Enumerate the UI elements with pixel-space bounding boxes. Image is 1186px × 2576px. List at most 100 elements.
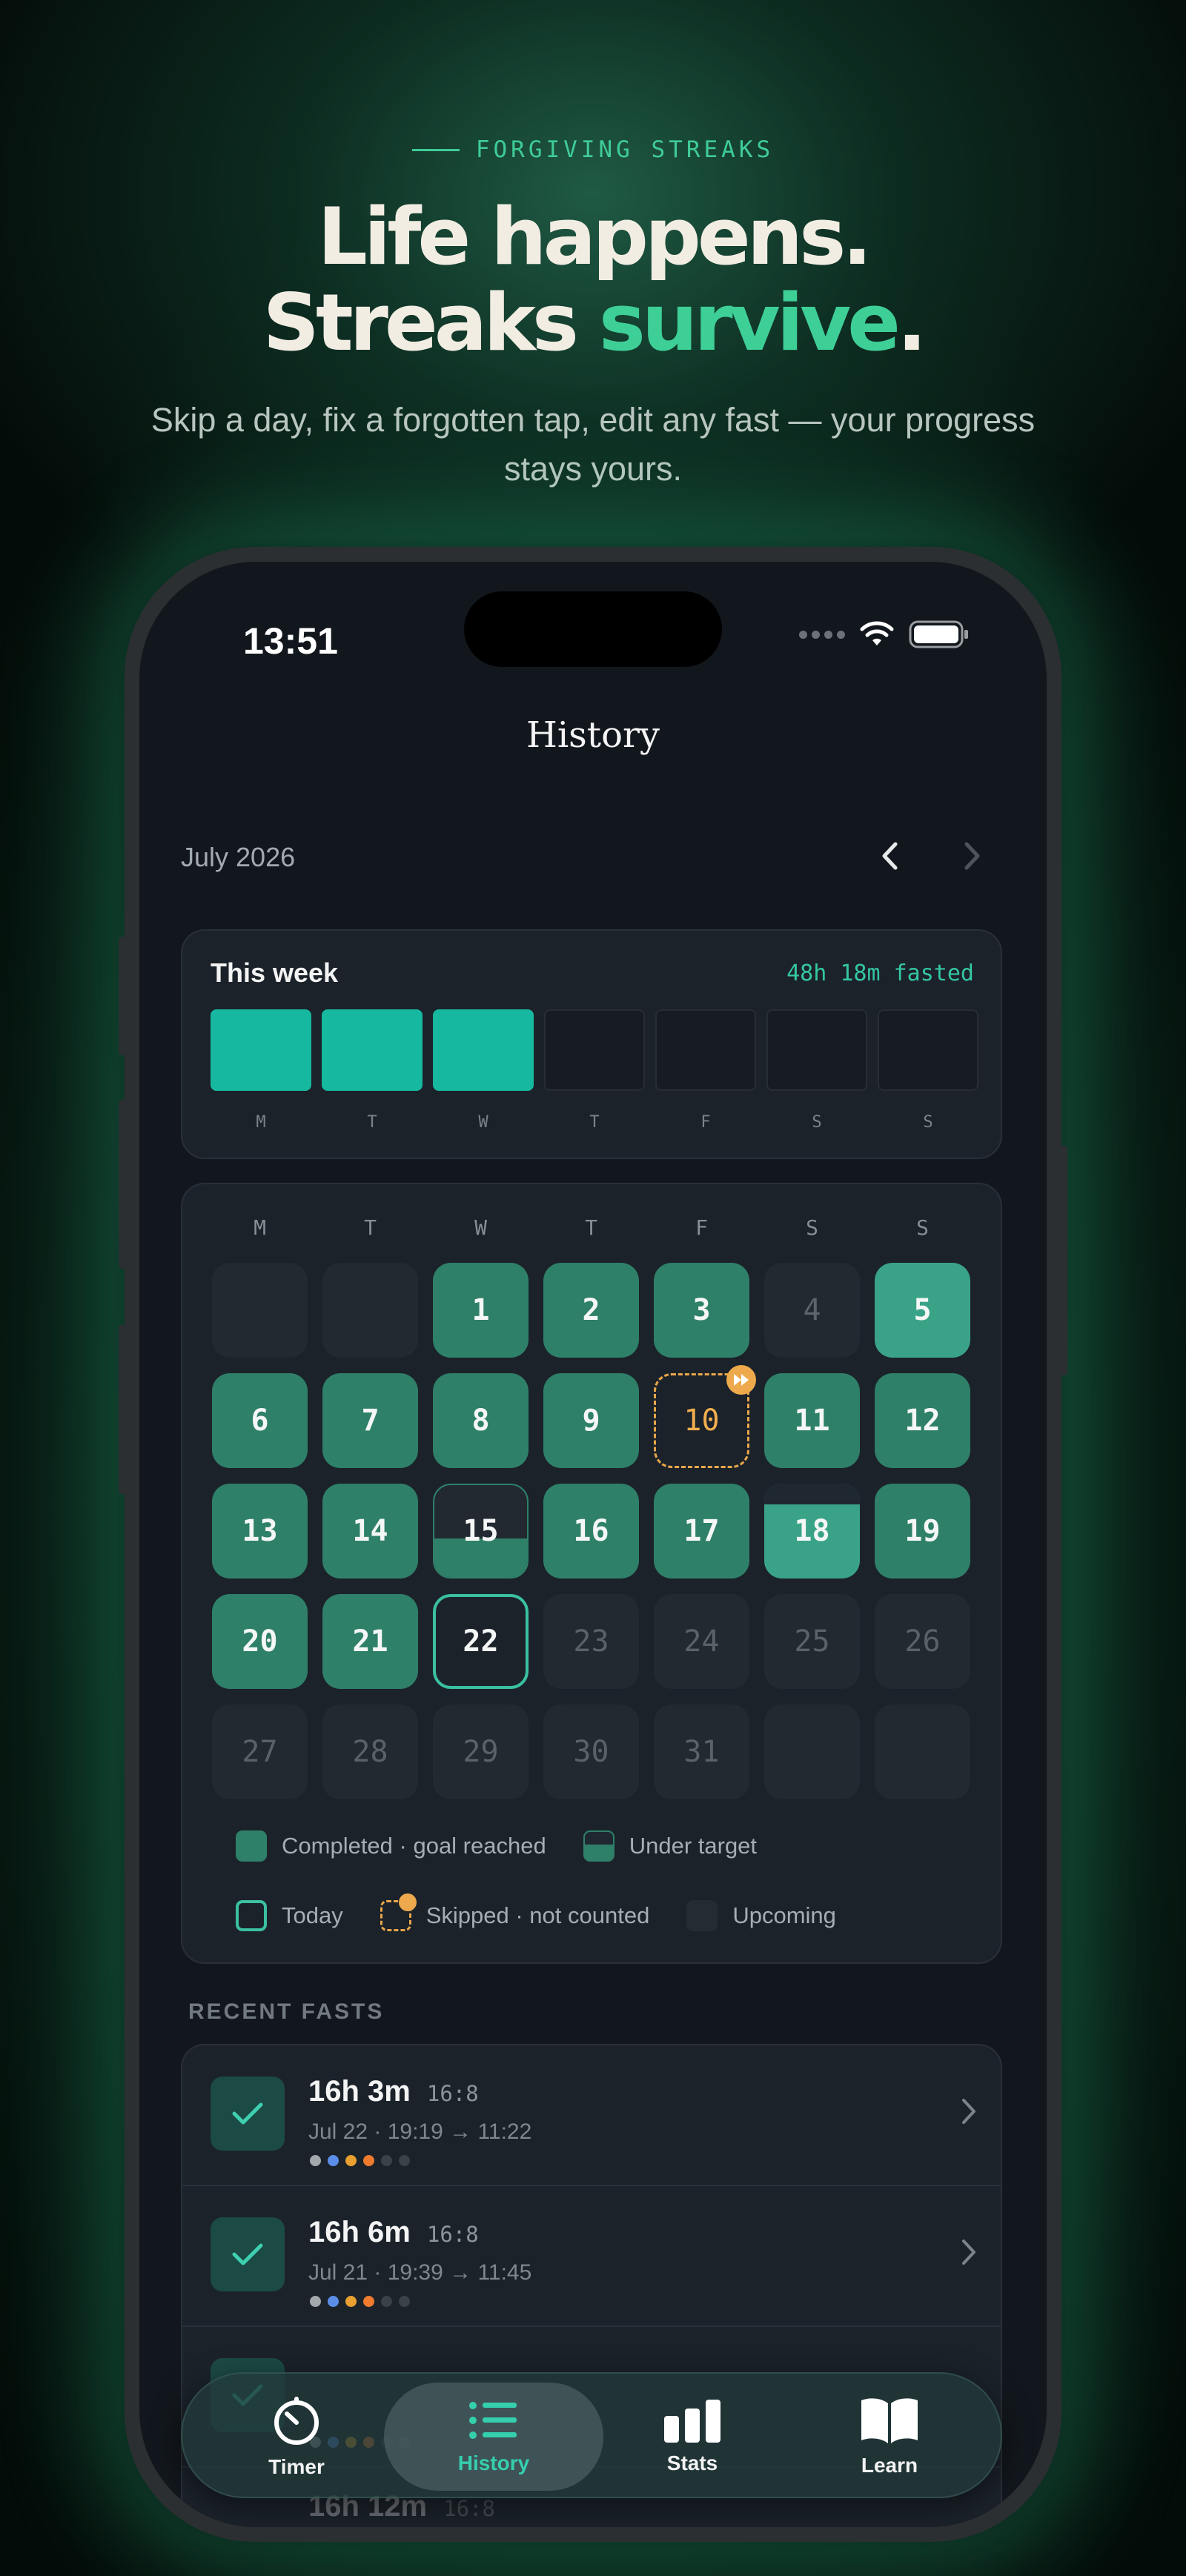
calendar-day[interactable]: 8 bbox=[433, 1373, 529, 1468]
phone-frame: 13:51 History July 2026 This week 48h 18… bbox=[119, 547, 1067, 2542]
day-number: 14 bbox=[352, 1514, 388, 1548]
tab-stats[interactable]: Stats bbox=[583, 2383, 802, 2491]
calendar-day-under-target[interactable]: 15 bbox=[433, 1484, 529, 1579]
eyebrow-text: FORGIVING STREAKS bbox=[475, 136, 775, 163]
day-number: 21 bbox=[352, 1624, 388, 1659]
week-day-label: T bbox=[367, 1113, 377, 1132]
weekday-label: S bbox=[916, 1215, 929, 1240]
calendar-day[interactable]: 11 bbox=[764, 1373, 860, 1468]
calendar-day-empty bbox=[764, 1704, 860, 1799]
calendar-day[interactable]: 17 bbox=[654, 1484, 749, 1579]
fast-row[interactable]: 16h 3m 16:8 Jul 22 · 19:19 → 11:22 bbox=[182, 2045, 1001, 2186]
tab-timer[interactable]: Timer bbox=[187, 2383, 406, 2491]
week-day-label: F bbox=[700, 1113, 711, 1132]
skip-icon bbox=[398, 1893, 417, 1911]
tab-history[interactable]: History bbox=[384, 2383, 603, 2491]
bar-chart-icon bbox=[664, 2400, 720, 2443]
tab-label: Stats bbox=[666, 2451, 718, 2474]
calendar-day[interactable]: 21 bbox=[322, 1594, 418, 1689]
day-number: 4 bbox=[803, 1293, 821, 1327]
day-number: 15 bbox=[463, 1514, 499, 1548]
calendar-day[interactable]: 4 bbox=[764, 1263, 860, 1358]
fast-duration: 16h 6m bbox=[308, 2216, 411, 2248]
legend-label-upcoming: Upcoming bbox=[732, 1902, 836, 1928]
this-week-title: This week bbox=[211, 957, 339, 988]
day-number: 13 bbox=[242, 1514, 278, 1548]
headline-line-1: Life happens. bbox=[317, 191, 872, 282]
calendar-day-under-target[interactable]: 18 bbox=[764, 1484, 860, 1579]
next-month-button[interactable] bbox=[958, 837, 987, 874]
day-number: 23 bbox=[573, 1624, 609, 1659]
day-number: 12 bbox=[904, 1404, 941, 1438]
this-week-total: 48h 18m fasted bbox=[786, 960, 974, 986]
weekday-label: F bbox=[695, 1215, 708, 1240]
day-number: 29 bbox=[463, 1735, 499, 1769]
month-label: July 2026 bbox=[181, 842, 296, 872]
calendar-day-skipped[interactable]: 10 bbox=[654, 1365, 756, 1468]
calendar-day-today[interactable]: 22 bbox=[433, 1594, 529, 1689]
fast-meta: Jul 21 · 19:39 → 11:45 bbox=[308, 2260, 532, 2285]
calendar-day[interactable]: 13 bbox=[212, 1484, 308, 1579]
legend-label-under: Under target bbox=[629, 1833, 758, 1859]
week-labels: M T W T F S S bbox=[211, 1113, 978, 1132]
battery-icon bbox=[909, 620, 968, 648]
calendar-day[interactable]: 14 bbox=[322, 1484, 418, 1579]
calendar-day[interactable]: 6 bbox=[212, 1373, 308, 1468]
weekday-label: T bbox=[364, 1215, 377, 1240]
calendar-day-upcoming: 27 bbox=[212, 1704, 308, 1799]
calendar-day[interactable]: 12 bbox=[875, 1373, 970, 1468]
fast-protocol: 16:8 bbox=[443, 2496, 495, 2521]
day-number: 1 bbox=[471, 1293, 490, 1327]
side-button bbox=[119, 1100, 126, 1269]
week-day-label: M bbox=[256, 1113, 266, 1132]
week-bar bbox=[878, 1009, 978, 1091]
calendar-day-upcoming: 26 bbox=[875, 1594, 970, 1689]
day-number: 22 bbox=[463, 1624, 499, 1659]
calendar-day[interactable]: 19 bbox=[875, 1484, 970, 1579]
fast-headline: 16h 6m 16:8 bbox=[308, 2216, 479, 2249]
calendar-day[interactable]: 1 bbox=[433, 1263, 529, 1358]
week-bar bbox=[322, 1009, 423, 1091]
under-target-fill bbox=[764, 1484, 860, 1504]
check-icon bbox=[211, 2077, 285, 2151]
legend-swatch-today bbox=[236, 1900, 267, 1931]
legend-swatch-under bbox=[583, 1830, 614, 1862]
calendar-day[interactable]: 16 bbox=[543, 1484, 639, 1579]
calendar-day[interactable]: 5 bbox=[875, 1263, 970, 1358]
legend-swatch-skipped bbox=[380, 1893, 417, 1931]
week-day-label: S bbox=[923, 1113, 933, 1132]
fast-protocol: 16:8 bbox=[426, 2081, 479, 2106]
eyebrow-line bbox=[411, 148, 460, 151]
day-number: 24 bbox=[683, 1624, 720, 1659]
prev-month-button[interactable] bbox=[875, 837, 904, 874]
calendar-grid: 1 2 3 4 5 6 7 8 9 10 11 12 13 14 15 16 1… bbox=[212, 1263, 970, 1799]
calendar-day-upcoming: 31 bbox=[654, 1704, 749, 1799]
fast-row[interactable]: 16h 6m 16:8 Jul 21 · 19:39 → 11:45 bbox=[182, 2186, 1001, 2327]
status-icons bbox=[799, 620, 970, 649]
headline-part: Streaks bbox=[262, 277, 599, 368]
week-day-label: T bbox=[589, 1113, 600, 1132]
tab-learn[interactable]: Learn bbox=[780, 2383, 999, 2491]
calendar-weekdays: M T W T F S S bbox=[212, 1215, 970, 1240]
day-number: 30 bbox=[573, 1735, 609, 1769]
calendar-day-empty bbox=[322, 1263, 418, 1358]
tab-label: Timer bbox=[268, 2455, 325, 2478]
calendar-day-empty bbox=[212, 1263, 308, 1358]
check-icon bbox=[211, 2217, 285, 2291]
calendar-day[interactable]: 2 bbox=[543, 1263, 639, 1358]
book-icon bbox=[861, 2398, 918, 2443]
week-day-label: S bbox=[812, 1113, 822, 1132]
chevron-right-icon bbox=[962, 2240, 975, 2265]
day-number: 16 bbox=[573, 1514, 609, 1548]
fast-protocol: 16:8 bbox=[426, 2222, 479, 2247]
status-time: 13:51 bbox=[243, 620, 338, 662]
calendar-day[interactable]: 9 bbox=[543, 1373, 639, 1468]
calendar-day[interactable]: 7 bbox=[322, 1373, 418, 1468]
weekday-label: S bbox=[806, 1215, 818, 1240]
day-number: 18 bbox=[794, 1514, 830, 1548]
fast-headline: 16h 3m 16:8 bbox=[308, 2075, 479, 2108]
calendar-day[interactable]: 3 bbox=[654, 1263, 749, 1358]
calendar-day[interactable]: 20 bbox=[212, 1594, 308, 1689]
day-number: 5 bbox=[913, 1293, 932, 1327]
week-bars bbox=[211, 1009, 978, 1091]
